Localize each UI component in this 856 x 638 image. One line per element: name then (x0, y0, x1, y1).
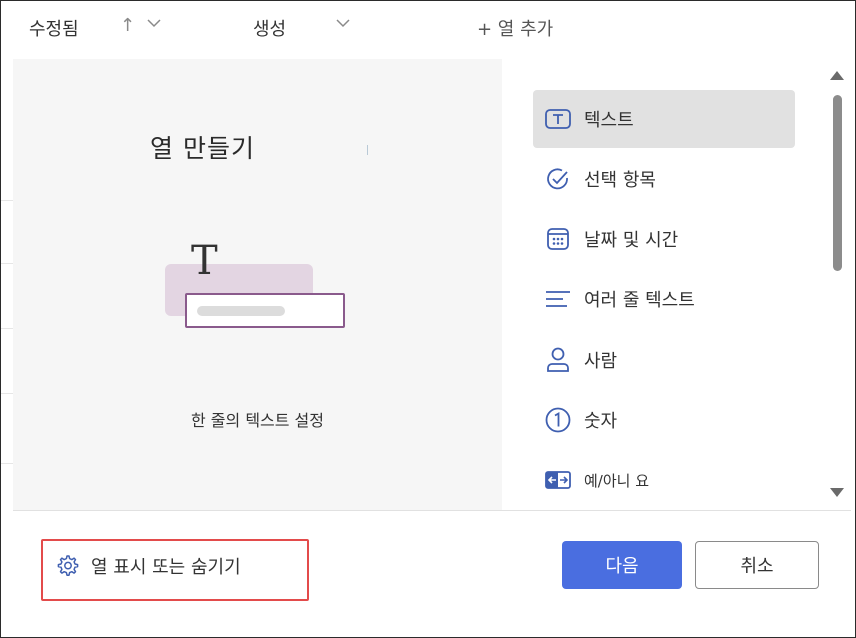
column-type-person[interactable]: 사람 (533, 331, 795, 389)
column-type-label: 날짜 및 시간 (584, 230, 679, 251)
column-type-label: 예/아니 요 (584, 471, 650, 490)
column-type-choice[interactable]: 선택 항목 (533, 150, 795, 208)
chevron-down-icon[interactable] (335, 15, 351, 36)
chevron-down-icon[interactable] (146, 15, 162, 36)
text-t-icon: T (191, 238, 218, 284)
show-hide-columns-link[interactable]: 열 표시 또는 숨기기 (55, 551, 241, 581)
column-type-multiline-text[interactable]: 여러 줄 텍스트 (533, 270, 795, 328)
dialog-title: 열 만들기 (150, 134, 255, 163)
preview-caption: 한 줄의 텍스트 설정 (190, 411, 325, 430)
column-header-created[interactable]: 생성 (253, 15, 286, 41)
column-type-yes-no[interactable]: 예/아니 요 (533, 451, 795, 509)
background-gridline (1, 263, 13, 264)
multiline-text-icon (544, 285, 572, 313)
scroll-down-arrow-icon[interactable] (830, 488, 844, 497)
create-column-dialog: 열 만들기 T 한 줄의 텍스트 설정 텍스트 선택 항목 날짜 및 시간 여러… (13, 59, 851, 633)
sort-ascending-icon[interactable]: ↑ (120, 15, 135, 36)
calendar-icon (544, 225, 572, 253)
type-list-scrollbar[interactable] (828, 59, 851, 510)
background-gridline (1, 200, 13, 201)
background-gridline (1, 463, 13, 464)
background-gridline (1, 393, 13, 394)
scrollbar-thumb[interactable] (833, 95, 842, 271)
column-header-modified[interactable]: 수정됨 (29, 15, 79, 41)
number-one-icon (544, 406, 572, 434)
column-type-label: 텍스트 (584, 110, 634, 131)
preview-pane: 열 만들기 T 한 줄의 텍스트 설정 (13, 59, 502, 510)
gear-icon (55, 554, 79, 578)
text-caret (367, 145, 368, 155)
illustration-input-box (185, 293, 345, 328)
column-type-text[interactable]: 텍스트 (533, 90, 795, 148)
add-column-button[interactable]: + 열 추가 (477, 15, 553, 41)
column-type-date-time[interactable]: 날짜 및 시간 (533, 210, 795, 268)
list-header: 수정됨 ↑ 생성 + 열 추가 (1, 1, 855, 55)
column-type-label: 선택 항목 (584, 170, 656, 191)
illustration-placeholder-bar (197, 306, 285, 316)
column-type-number[interactable]: 숫자 (533, 391, 795, 449)
person-icon (544, 346, 572, 374)
show-hide-columns-label: 열 표시 또는 숨기기 (91, 557, 241, 578)
scroll-up-arrow-icon[interactable] (830, 71, 844, 80)
text-box-icon (544, 105, 572, 133)
cancel-button[interactable]: 취소 (695, 541, 819, 589)
column-type-list[interactable]: 텍스트 선택 항목 날짜 및 시간 여러 줄 텍스트 사람 숫자 예/아니 요 (502, 59, 828, 510)
next-button[interactable]: 다음 (562, 541, 682, 589)
window-frame: 수정됨 ↑ 생성 + 열 추가 열 만들기 T 한 줄의 텍스트 설정 텍스트 … (0, 0, 856, 638)
check-circle-icon (544, 165, 572, 193)
footer-divider (13, 510, 851, 511)
column-type-label: 여러 줄 텍스트 (584, 290, 695, 311)
column-type-label: 숫자 (584, 411, 618, 432)
background-gridline (1, 328, 13, 329)
column-type-label: 사람 (584, 351, 618, 372)
yes-no-toggle-icon (544, 466, 572, 494)
